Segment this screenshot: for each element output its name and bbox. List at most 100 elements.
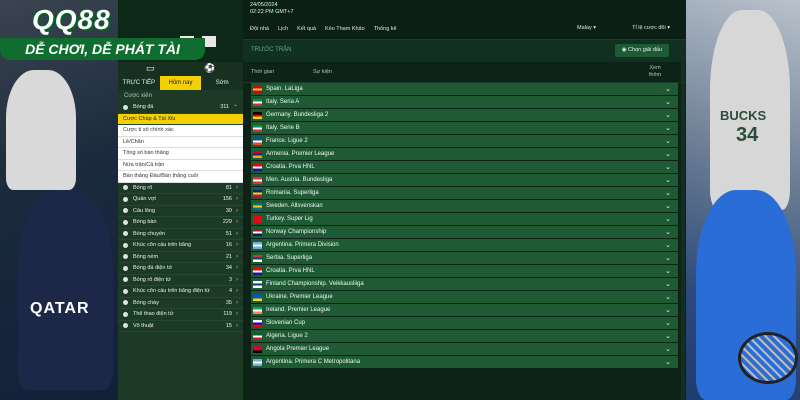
sidebar-item-sport[interactable]: Bóng rổ 81 › [118,182,243,194]
sidebar-item-sport[interactable]: Võ thuật 15 › [118,320,243,332]
bet-type-item[interactable]: Nửa trận/Cả trận [118,159,243,171]
jersey-number-text: 34 [736,124,759,146]
chevron-down-icon[interactable]: ⌄ [665,176,671,184]
sidebar-item-sport[interactable]: Bóng đá điện tử 34 › [118,263,243,275]
league-row[interactable]: Sweden. Allsvenskan ⌄ [251,200,678,213]
league-row[interactable]: Romania. Superliga ⌄ [251,187,678,200]
bet-type-item[interactable]: Cược Chấp & Tài Xỉu [118,113,243,125]
bet-type-item[interactable]: Lẻ/Chẵn [118,136,243,148]
chevron-down-icon[interactable]: ⌄ [665,189,671,197]
league-row[interactable]: Slovenian Cup ⌄ [251,317,678,330]
sidebar-item-label: Bóng rổ điện tử [133,276,171,283]
sidebar-item-football[interactable]: Bóng đá 311 ⌃ [118,102,243,114]
chevron-down-icon[interactable]: ⌄ [665,228,671,236]
league-row[interactable]: Italy. Serie B ⌄ [251,122,678,135]
chevron-down-icon[interactable]: ⌄ [665,345,671,353]
football-icon[interactable]: ⚽ [204,63,215,74]
league-row[interactable]: Angola Premier League ⌄ [251,343,678,356]
brand-logo[interactable]: QQ88 DỄ CHƠI, DỄ PHÁT TÀI [0,0,205,64]
chevron-down-icon[interactable]: ⌄ [665,85,671,93]
sidebar-tab[interactable]: Sớm [201,76,244,90]
bet-type-item[interactable]: Cược tỉ số chính xác [118,125,243,137]
league-row[interactable]: Croatia. Prva HNL ⌄ [251,265,678,278]
sidebar-item-sport[interactable]: Khúc côn cầu trên băng điện tử 4 › [118,286,243,298]
country-flag-icon [253,293,262,301]
card-icon[interactable]: ▭ [146,63,155,74]
sidebar-item-label: Bóng chuyền [133,230,166,237]
league-row[interactable]: Spain. LaLiga ⌄ [251,83,678,96]
league-name: Croatia. Prva HNL [266,268,315,274]
sidebar-item-count: 35 [225,299,232,306]
league-name: Argentina. Primera Division [266,242,339,248]
sport-icon [123,219,128,225]
chevron-down-icon[interactable]: ⌄ [665,358,671,366]
scrollbar[interactable] [681,40,685,400]
language-select[interactable]: Malay ▾ [577,25,596,31]
sidebar-item-sport[interactable]: Bóng rổ điện tử 3 › [118,274,243,286]
chevron-down-icon[interactable]: ⌄ [665,293,671,301]
chevron-down-icon[interactable]: ⌄ [665,163,671,171]
chevron-down-icon[interactable]: ⌄ [665,306,671,314]
league-row[interactable]: Norway Championship ⌄ [251,226,678,239]
chevron-down-icon[interactable]: ⌄ [665,280,671,288]
country-flag-icon [253,254,262,262]
chevron-down-icon[interactable]: ⌄ [665,202,671,210]
chevron-right-icon: › [236,196,238,203]
chevron-down-icon[interactable]: ⌄ [665,332,671,340]
sidebar-item-count: 3 [228,276,232,283]
league-name: Norway Championship [266,229,327,235]
league-row[interactable]: Finland Championship. Veikkausliiga ⌄ [251,278,678,291]
league-row[interactable]: Argentina. Primera Division ⌄ [251,239,678,252]
league-row[interactable]: Italy. Seria A ⌄ [251,96,678,109]
choose-league-button[interactable]: ◉ Chọn giải đấu [614,44,669,57]
league-row[interactable]: France. Ligue 2 ⌄ [251,135,678,148]
league-row[interactable]: Turkey. Super Lig ⌄ [251,213,678,226]
nav-item[interactable]: Đội nhà [250,26,269,32]
country-flag-icon [253,111,262,119]
chevron-down-icon[interactable]: ⌄ [665,150,671,158]
sidebar-item-sport[interactable]: Bóng chày 35 › [118,297,243,309]
sidebar-item-sport[interactable]: Bóng chuyền 51 › [118,228,243,240]
sidebar-item-label: Bóng đá điện tử [133,265,173,272]
bet-type-item[interactable]: Tổng số bàn thắng [118,148,243,160]
nav-item[interactable]: Kết quả [297,26,316,32]
chevron-down-icon[interactable]: ⌄ [665,137,671,145]
nav-item[interactable]: Kèo Tham Khảo [325,26,365,32]
sidebar-item-sport[interactable]: Thể thao điện tử 119 › [118,309,243,321]
league-row[interactable]: Algeria. Ligue 2 ⌄ [251,330,678,343]
chevron-down-icon[interactable]: ⌄ [665,254,671,262]
sidebar-tab[interactable]: Hôm nay [159,76,202,90]
league-row[interactable]: Germany. Bundesliga 2 ⌄ [251,109,678,122]
odds-type-select[interactable]: Tỉ lệ cược đôi ▾ [632,25,670,31]
sidebar-item-count: 51 [225,230,232,237]
parlay-label[interactable]: Cược xiên [118,90,243,102]
sidebar-tab[interactable]: TRỰC TIẾP [118,76,160,90]
logo-title: QQ88 [32,4,111,35]
league-row[interactable]: Serbia. Superliga ⌄ [251,252,678,265]
chevron-down-icon[interactable]: ⌄ [665,111,671,119]
sidebar-item-sport[interactable]: Bóng ném 21 › [118,251,243,263]
league-row[interactable]: Croatia. Prva HNL ⌄ [251,161,678,174]
league-row[interactable]: Men. Austria. Bundesliga ⌄ [251,174,678,187]
nav-item[interactable]: Thống kê [374,26,397,32]
country-flag-icon [253,306,262,314]
chevron-down-icon[interactable]: ⌄ [665,124,671,132]
chevron-down-icon[interactable]: ⌄ [665,267,671,275]
sidebar-item-sport[interactable]: Khúc côn cầu trên băng 16 › [118,240,243,252]
sport-icon [123,254,128,260]
sidebar-item-sport[interactable]: Cầu lông 30 › [118,205,243,217]
chevron-up-icon: ⌃ [232,104,238,111]
league-row[interactable]: Ukraine. Premier League ⌄ [251,291,678,304]
chevron-down-icon[interactable]: ⌄ [665,319,671,327]
league-row[interactable]: Ireland. Premier League ⌄ [251,304,678,317]
league-row[interactable]: Argentina. Primera C Metropolitana ⌄ [251,356,678,369]
nav-item[interactable]: Lịch [278,26,288,32]
league-row[interactable]: Armenia. Premier League ⌄ [251,148,678,161]
sidebar-item-count: 229 [222,219,232,226]
chevron-down-icon[interactable]: ⌄ [665,98,671,106]
bet-type-item[interactable]: Bàn thắng Đầu/Bàn thắng cuối [118,171,243,183]
chevron-down-icon[interactable]: ⌄ [665,241,671,249]
sidebar-item-sport[interactable]: Quần vợt 156 › [118,194,243,206]
chevron-down-icon[interactable]: ⌄ [665,215,671,223]
sidebar-item-sport[interactable]: Bóng bàn 229 › [118,217,243,229]
